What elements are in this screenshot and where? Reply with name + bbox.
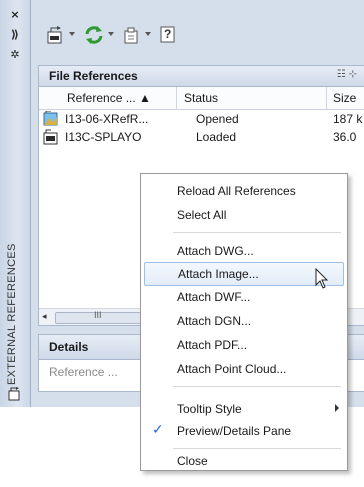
- menu-item-label: Attach DGN...: [177, 314, 252, 328]
- menu-item-label: Select All: [177, 208, 227, 222]
- menu-item-close[interactable]: Close: [141, 454, 347, 470]
- palette-titlebar[interactable]: × ⟫ ✲ EXTERNAL REFERENCES: [0, 0, 31, 407]
- close-icon[interactable]: ×: [0, 6, 30, 24]
- help-icon[interactable]: ?: [157, 24, 179, 46]
- xref-palette-icon: [8, 387, 20, 401]
- menu-item-tooltip-style[interactable]: Tooltip Style: [141, 398, 347, 420]
- column-divider[interactable]: [326, 87, 327, 109]
- dwg-file-icon: [43, 129, 58, 145]
- menu-item-select-all[interactable]: Select All: [141, 204, 347, 226]
- chevron-down-icon[interactable]: [69, 31, 75, 37]
- scrollbar-thumb[interactable]: III: [55, 310, 147, 324]
- chevron-down-icon[interactable]: [145, 31, 151, 37]
- context-menu: Reload All References Select All Attach …: [140, 173, 348, 471]
- column-header-reference[interactable]: Reference ... ▲: [67, 91, 151, 105]
- row-size: 187 k: [333, 112, 363, 126]
- menu-item-attach-dwg[interactable]: Attach DWG...: [141, 240, 347, 262]
- details-title: Details: [49, 340, 89, 354]
- menu-separator: [173, 232, 341, 233]
- menu-item-attach-pdf[interactable]: Attach PDF...: [141, 334, 347, 356]
- scroll-grip: III: [94, 310, 102, 320]
- menu-item-label: Close: [177, 454, 208, 468]
- menu-item-label: Attach Image...: [178, 267, 259, 281]
- menu-item-label: Attach DWF...: [177, 290, 251, 304]
- table-row[interactable]: I13-06-XRefR... Opened 187 k: [39, 110, 364, 128]
- menu-item-label: Attach Point Cloud...: [177, 362, 287, 376]
- xref-toolbar: ?: [31, 22, 364, 50]
- refresh-icon[interactable]: [83, 24, 105, 46]
- file-references-header[interactable]: File References ☷ ⊹: [39, 66, 364, 87]
- row-status: Opened: [196, 112, 239, 126]
- menu-separator: [173, 386, 341, 387]
- row-size: 36.0: [333, 130, 357, 144]
- view-mode-icon[interactable]: ☷ ⊹: [337, 69, 357, 80]
- menu-item-reload-all-references[interactable]: Reload All References: [141, 180, 347, 202]
- scroll-left-arrow[interactable]: ◂: [42, 311, 47, 322]
- attach-dwg-icon[interactable]: [45, 24, 67, 46]
- menu-item-preview-details-pane[interactable]: ✓ Preview/Details Pane: [141, 420, 347, 442]
- row-status: Loaded: [196, 130, 237, 144]
- column-divider[interactable]: [176, 87, 177, 109]
- menu-item-label: Reload All References: [177, 184, 296, 198]
- file-references-title: File References: [49, 69, 138, 83]
- mouse-cursor-icon: [315, 268, 329, 289]
- menu-item-attach-point-cloud[interactable]: Attach Point Cloud...: [141, 358, 347, 380]
- menu-item-label: Preview/Details Pane: [177, 424, 292, 438]
- row-reference-name: I13-06-XRefR...: [65, 112, 149, 126]
- menu-item-label: Tooltip Style: [177, 402, 242, 416]
- row-reference-name: I13C-SPLAYO: [65, 130, 142, 144]
- table-row[interactable]: I13C-SPLAYO Loaded 36.0: [39, 128, 364, 146]
- column-header-status[interactable]: Status: [184, 91, 218, 105]
- change-path-icon[interactable]: [121, 24, 143, 46]
- palette-title: EXTERNAL REFERENCES: [6, 243, 18, 385]
- menu-item-label: Attach DWG...: [177, 244, 254, 258]
- column-header-size[interactable]: Size: [333, 91, 356, 105]
- submenu-arrow-icon: [335, 404, 339, 412]
- help-label: ?: [164, 27, 172, 41]
- details-reference-field: Reference ...: [49, 365, 118, 379]
- autohide-icon[interactable]: ⟫: [0, 26, 30, 44]
- menu-item-label: Attach PDF...: [177, 338, 248, 352]
- chevron-down-icon[interactable]: [108, 31, 114, 37]
- checkmark-icon: ✓: [152, 422, 164, 438]
- menu-separator: [173, 448, 341, 449]
- properties-icon[interactable]: ✲: [0, 46, 30, 64]
- column-headers: Reference ... ▲ Status Size: [39, 87, 364, 110]
- menu-item-attach-dgn[interactable]: Attach DGN...: [141, 310, 347, 332]
- image-file-icon: [43, 111, 58, 126]
- menu-item-attach-image[interactable]: Attach Image...: [144, 262, 344, 286]
